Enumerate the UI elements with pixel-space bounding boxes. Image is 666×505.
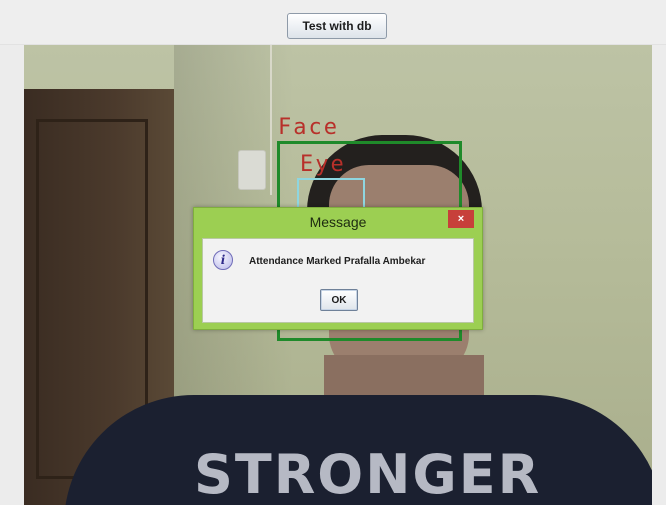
message-dialog: Message × i Attendance Marked Prafalla A…: [193, 207, 483, 330]
shirt-print: STRONGER: [194, 443, 542, 505]
dialog-message: Attendance Marked Prafalla Ambekar: [249, 256, 426, 267]
dialog-title: Message: [309, 214, 367, 230]
close-button[interactable]: ×: [448, 210, 474, 228]
top-toolbar: Test with db: [0, 0, 666, 45]
info-icon: i: [213, 250, 233, 270]
test-with-db-button[interactable]: Test with db: [287, 13, 387, 39]
close-icon: ×: [457, 213, 465, 225]
wall-switch: [238, 150, 266, 190]
wall-wire: [270, 45, 272, 195]
face-detection-label: Face: [278, 115, 339, 140]
ok-button[interactable]: OK: [320, 289, 358, 311]
dialog-body: i Attendance Marked Prafalla Ambekar OK: [202, 238, 474, 323]
